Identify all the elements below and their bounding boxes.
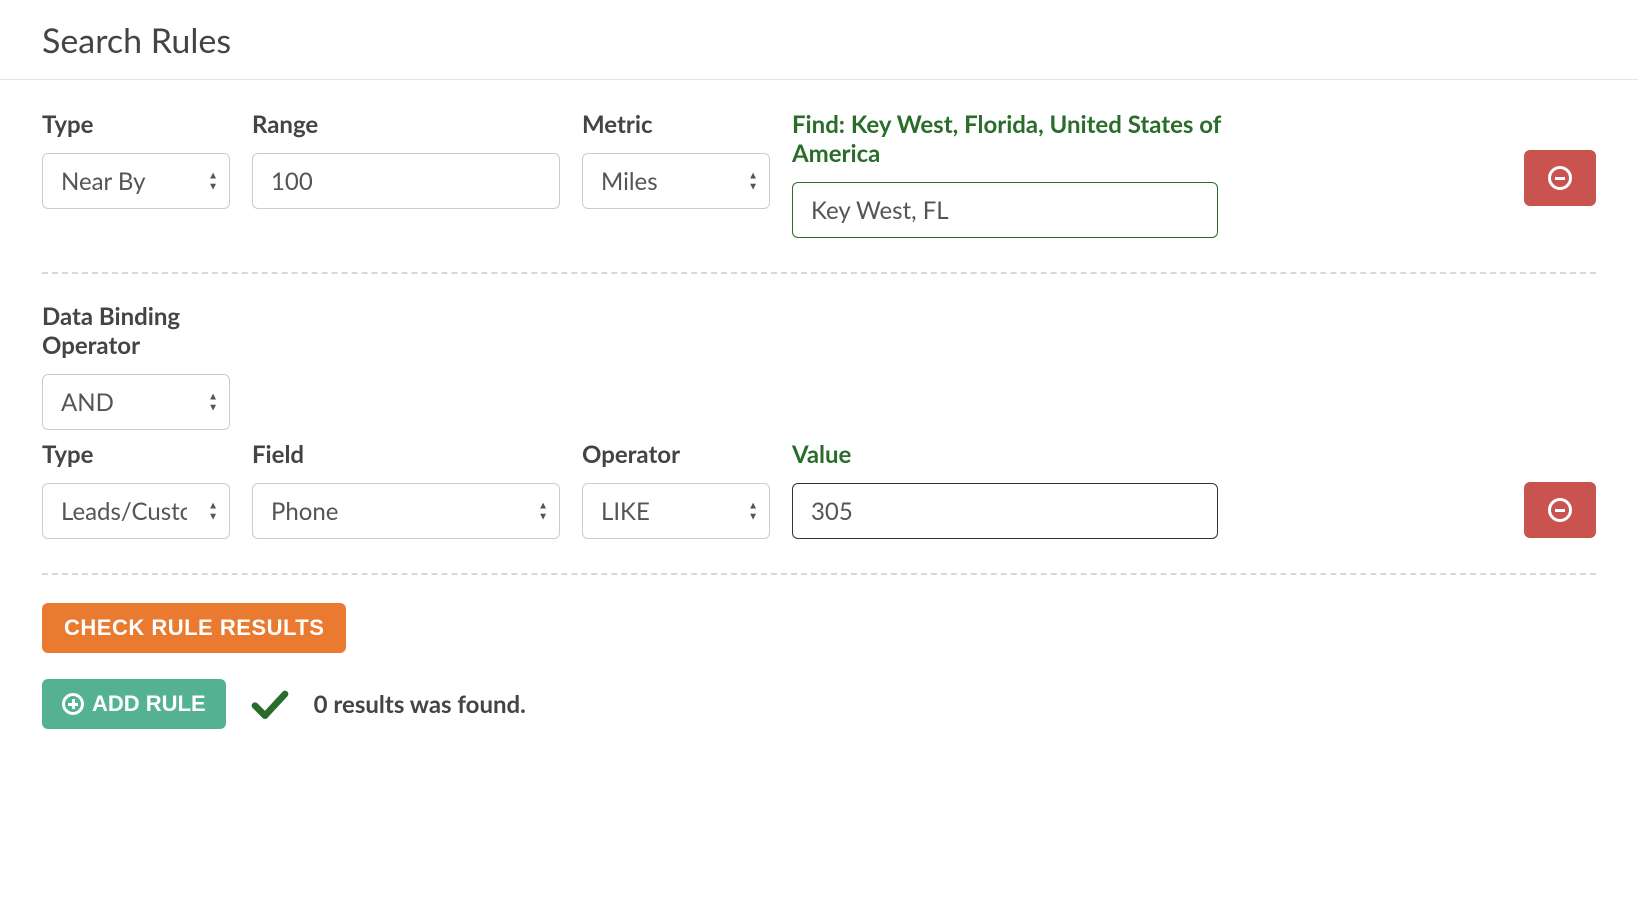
rule-row-2: Type Leads/Custom Field Phone Operator bbox=[42, 440, 1596, 539]
find-label: Find: Key West, Florida, United States o… bbox=[792, 110, 1252, 168]
add-rule-button[interactable]: ADD RULE bbox=[42, 679, 226, 729]
rule-row-1: Type Near By Range Metric Miles Find: Ke bbox=[42, 110, 1596, 238]
type-label: Type bbox=[42, 110, 230, 139]
metric-select[interactable]: Miles bbox=[582, 153, 770, 209]
value-label: Value bbox=[792, 440, 1502, 469]
plus-circle-icon bbox=[62, 693, 84, 715]
binding-operator-select[interactable]: AND bbox=[42, 374, 230, 430]
metric-label: Metric bbox=[582, 110, 770, 139]
operator-select[interactable]: LIKE bbox=[582, 483, 770, 539]
divider bbox=[0, 79, 1638, 80]
value-input[interactable] bbox=[792, 483, 1218, 539]
check-rule-results-button[interactable]: CHECK RULE RESULTS bbox=[42, 603, 346, 653]
remove-rule-2-button[interactable] bbox=[1524, 482, 1596, 538]
type2-label: Type bbox=[42, 440, 230, 469]
minus-circle-icon bbox=[1548, 498, 1572, 522]
page-title: Search Rules bbox=[42, 20, 1596, 61]
range-input[interactable] bbox=[252, 153, 560, 209]
check-icon bbox=[250, 684, 290, 724]
type2-select[interactable]: Leads/Custom bbox=[42, 483, 230, 539]
operator-label: Operator bbox=[582, 440, 770, 469]
binding-operator-label: Data Binding Operator bbox=[42, 302, 230, 360]
minus-circle-icon bbox=[1548, 166, 1572, 190]
dashed-divider bbox=[42, 272, 1596, 274]
type-select[interactable]: Near By bbox=[42, 153, 230, 209]
remove-rule-1-button[interactable] bbox=[1524, 150, 1596, 206]
field-label: Field bbox=[252, 440, 560, 469]
dashed-divider bbox=[42, 573, 1596, 575]
location-input[interactable] bbox=[792, 182, 1218, 238]
range-label: Range bbox=[252, 110, 560, 139]
field-select[interactable]: Phone bbox=[252, 483, 560, 539]
results-text: 0 results was found. bbox=[314, 690, 526, 719]
add-rule-label: ADD RULE bbox=[92, 691, 206, 717]
